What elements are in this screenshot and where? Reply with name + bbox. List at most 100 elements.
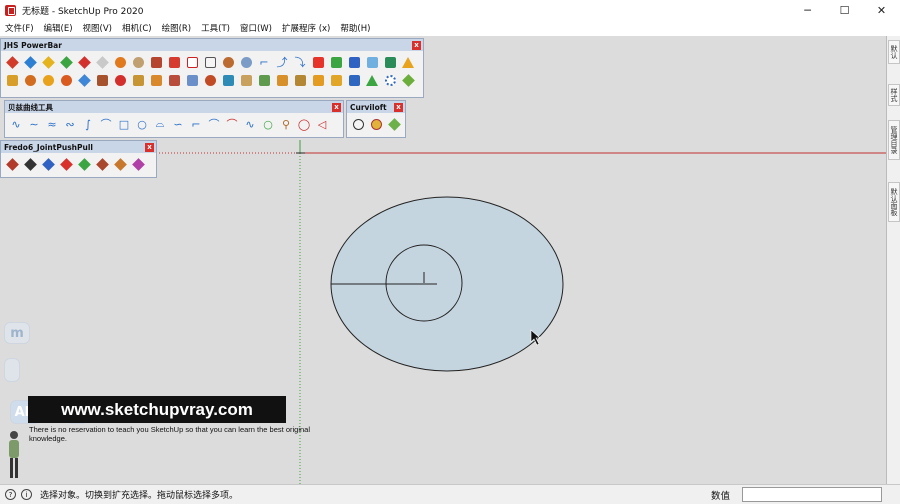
bezier-curve-icon[interactable]: ∾ — [61, 115, 79, 133]
jhs-tool-icon[interactable] — [3, 71, 21, 89]
jhs-tool-icon[interactable] — [183, 71, 201, 89]
tray-tab-manage-directory[interactable]: 管理目录 — [888, 120, 900, 160]
bezier-curve-icon[interactable]: ⚲ — [277, 115, 295, 133]
toolbar-close-button[interactable]: x — [394, 102, 403, 112]
bezier-curve-icon[interactable]: ○ — [133, 115, 151, 133]
menu-help[interactable]: 帮助(H) — [335, 22, 375, 34]
pushpull-tool-icon[interactable] — [3, 155, 21, 173]
jhs-tool-icon[interactable] — [363, 53, 381, 71]
jhs-tool-icon[interactable] — [147, 71, 165, 89]
toolbar-close-button[interactable]: x — [412, 40, 421, 50]
jhs-tool-icon[interactable]: ⤵ — [291, 53, 309, 71]
tray-tab-default[interactable]: 默认 — [888, 40, 900, 64]
bezier-curve-icon[interactable]: ∿ — [7, 115, 25, 133]
jhs-tool-icon[interactable] — [381, 53, 399, 71]
menu-edit[interactable]: 编辑(E) — [39, 22, 78, 34]
bezier-curve-icon[interactable]: ⌓ — [151, 115, 169, 133]
tray-tab-styles[interactable]: 样式 — [888, 84, 900, 106]
bezier-curve-icon[interactable]: ⌒ — [97, 115, 115, 133]
toolbar-header[interactable]: Curviloft x — [347, 101, 405, 113]
jhs-tool-icon[interactable] — [93, 71, 111, 89]
jhs-tool-icon[interactable] — [3, 53, 21, 71]
bezier-curve-icon[interactable]: □ — [115, 115, 133, 133]
menu-file[interactable]: 文件(F) — [0, 22, 39, 34]
bezier-curve-icon[interactable]: ○ — [259, 115, 277, 133]
pushpull-tool-icon[interactable] — [21, 155, 39, 173]
tray-tab-default-panel[interactable]: 默认面板 — [888, 182, 900, 222]
jhs-tool-icon[interactable] — [129, 71, 147, 89]
jhs-tool-icon[interactable] — [309, 71, 327, 89]
curviloft-path-icon[interactable] — [385, 115, 403, 133]
jhs-tool-icon[interactable] — [39, 71, 57, 89]
jhs-tool-icon[interactable] — [381, 71, 399, 89]
jhs-tool-icon[interactable] — [165, 53, 183, 71]
menu-tools[interactable]: 工具(T) — [196, 22, 235, 34]
menu-view[interactable]: 视图(V) — [78, 22, 117, 34]
minimize-button[interactable]: ─ — [789, 0, 826, 20]
jhs-tool-icon[interactable]: ⌐ — [255, 53, 273, 71]
jhs-tool-icon[interactable] — [363, 71, 381, 89]
jhs-tool-icon[interactable] — [327, 53, 345, 71]
jhs-tool-icon[interactable] — [219, 71, 237, 89]
toolbar-curviloft[interactable]: Curviloft x — [346, 100, 406, 138]
jhs-tool-icon[interactable] — [21, 53, 39, 71]
jhs-tool-icon[interactable] — [129, 53, 147, 71]
jhs-tool-icon[interactable] — [93, 53, 111, 71]
jhs-tool-icon[interactable] — [273, 71, 291, 89]
jhs-tool-icon[interactable] — [75, 71, 93, 89]
info-icon[interactable]: i — [21, 489, 32, 500]
toolbar-header[interactable]: JHS PowerBar x — [1, 39, 423, 51]
toolbar-bezier-curves[interactable]: 贝兹曲线工具 x ∿ ∼ ≈ ∾ ∫ ⌒ □ ○ ⌓ ∽ ⌐ ⌒ ⌒ ∿ ○ ⚲… — [4, 100, 344, 138]
bezier-curve-icon[interactable]: ⌒ — [223, 115, 241, 133]
curviloft-loft-icon[interactable] — [349, 115, 367, 133]
measurements-input[interactable] — [742, 487, 882, 502]
jhs-tool-icon[interactable] — [345, 71, 363, 89]
pushpull-tool-icon[interactable] — [57, 155, 75, 173]
bezier-curve-icon[interactable]: ⌐ — [187, 115, 205, 133]
jhs-tool-icon[interactable] — [237, 53, 255, 71]
jhs-tool-icon[interactable] — [57, 53, 75, 71]
curviloft-skin-icon[interactable] — [367, 115, 385, 133]
jhs-tool-icon[interactable] — [111, 53, 129, 71]
pushpull-tool-icon[interactable] — [75, 155, 93, 173]
jhs-tool-icon[interactable] — [291, 71, 309, 89]
toolbar-close-button[interactable]: x — [145, 142, 154, 152]
menu-camera[interactable]: 相机(C) — [117, 22, 157, 34]
jhs-tool-icon[interactable] — [183, 53, 201, 71]
pushpull-tool-icon[interactable] — [129, 155, 147, 173]
jhs-tool-icon[interactable] — [75, 53, 93, 71]
bezier-curve-icon[interactable]: ∫ — [79, 115, 97, 133]
jhs-tool-icon[interactable]: ⤴ — [273, 53, 291, 71]
jhs-tool-icon[interactable] — [327, 71, 345, 89]
jhs-tool-icon[interactable] — [219, 53, 237, 71]
close-button[interactable]: ✕ — [863, 0, 900, 20]
menu-draw[interactable]: 绘图(R) — [157, 22, 197, 34]
jhs-tool-icon[interactable] — [21, 71, 39, 89]
menu-extensions[interactable]: 扩展程序 (x) — [277, 22, 335, 34]
jhs-tool-icon[interactable] — [165, 71, 183, 89]
jhs-tool-icon[interactable] — [309, 53, 327, 71]
jhs-tool-icon[interactable] — [57, 71, 75, 89]
jhs-tool-icon[interactable] — [237, 71, 255, 89]
bezier-curve-icon[interactable]: ∽ — [169, 115, 187, 133]
toolbar-header[interactable]: 贝兹曲线工具 x — [5, 101, 343, 113]
jhs-tool-icon[interactable] — [255, 71, 273, 89]
bezier-curve-icon[interactable]: ∼ — [25, 115, 43, 133]
pushpull-tool-icon[interactable] — [39, 155, 57, 173]
jhs-tool-icon[interactable] — [39, 53, 57, 71]
bezier-curve-icon[interactable]: ◯ — [295, 115, 313, 133]
toolbar-close-button[interactable]: x — [332, 102, 341, 112]
bezier-curve-icon[interactable]: ⌒ — [205, 115, 223, 133]
toolbar-jhs-powerbar[interactable]: JHS PowerBar x ⌐ ⤴ ⤵ — [0, 38, 424, 98]
jhs-tool-icon[interactable] — [201, 53, 219, 71]
menu-window[interactable]: 窗口(W) — [235, 22, 277, 34]
toolbar-fredo6-jointpushpull[interactable]: Fredo6_JointPushPull x — [0, 140, 157, 178]
pushpull-tool-icon[interactable] — [93, 155, 111, 173]
bezier-curve-icon[interactable]: ◁ — [313, 115, 331, 133]
bezier-curve-icon[interactable]: ∿ — [241, 115, 259, 133]
jhs-tool-icon[interactable] — [399, 71, 417, 89]
pushpull-tool-icon[interactable] — [111, 155, 129, 173]
jhs-tool-icon[interactable] — [345, 53, 363, 71]
bezier-curve-icon[interactable]: ≈ — [43, 115, 61, 133]
toolbar-header[interactable]: Fredo6_JointPushPull x — [1, 141, 156, 153]
